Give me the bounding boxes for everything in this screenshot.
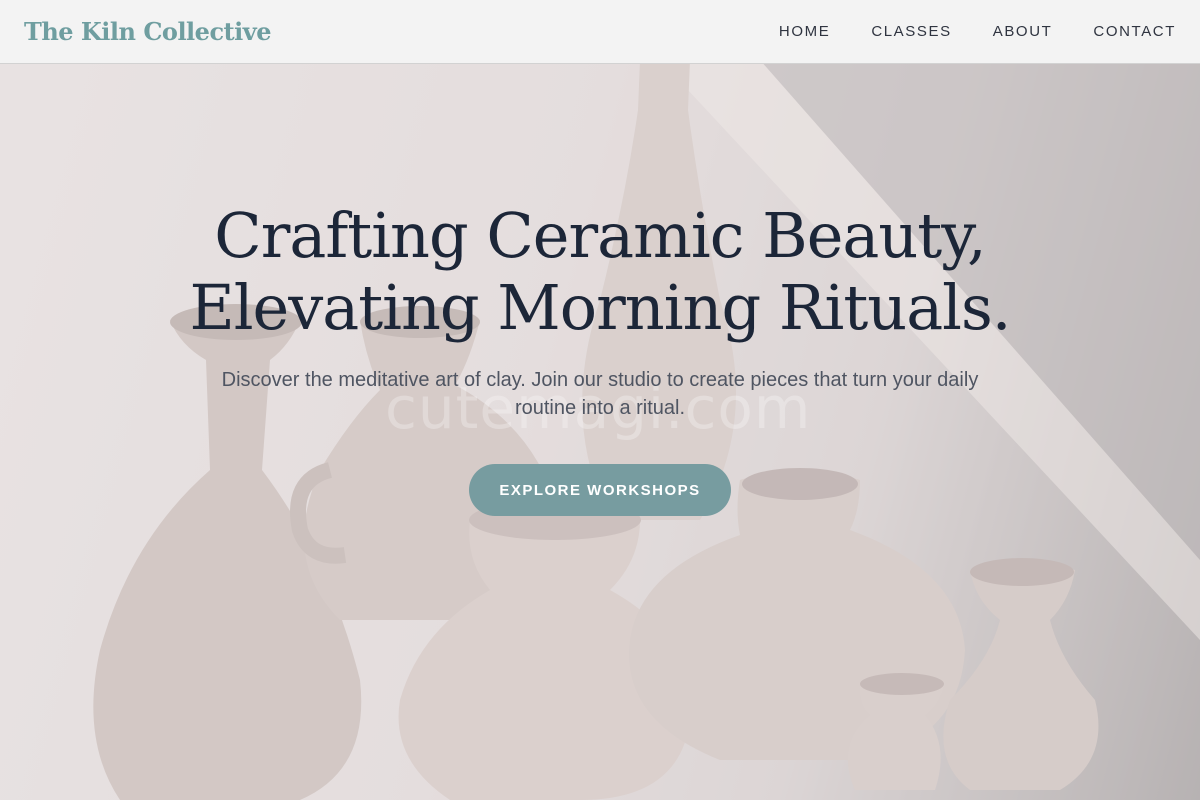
- hero-title: Crafting Ceramic Beauty, Elevating Morni…: [189, 199, 1011, 344]
- hero-subtitle: Discover the meditative art of clay. Joi…: [221, 369, 979, 419]
- top-navbar: The Kiln Collective HOME CLASSES ABOUT C…: [0, 0, 1200, 64]
- main-nav: HOME CLASSES ABOUT CONTACT: [779, 23, 1176, 40]
- brand-logo-link[interactable]: The Kiln Collective: [24, 17, 271, 46]
- nav-link-classes[interactable]: CLASSES: [871, 23, 951, 40]
- nav-link-home[interactable]: HOME: [779, 23, 830, 40]
- nav-link-about[interactable]: ABOUT: [993, 23, 1053, 40]
- nav-link-contact[interactable]: CONTACT: [1093, 23, 1176, 40]
- hero-section: Crafting Ceramic Beauty, Elevating Morni…: [0, 200, 1200, 516]
- explore-workshops-button[interactable]: EXPLORE WORKSHOPS: [469, 464, 731, 516]
